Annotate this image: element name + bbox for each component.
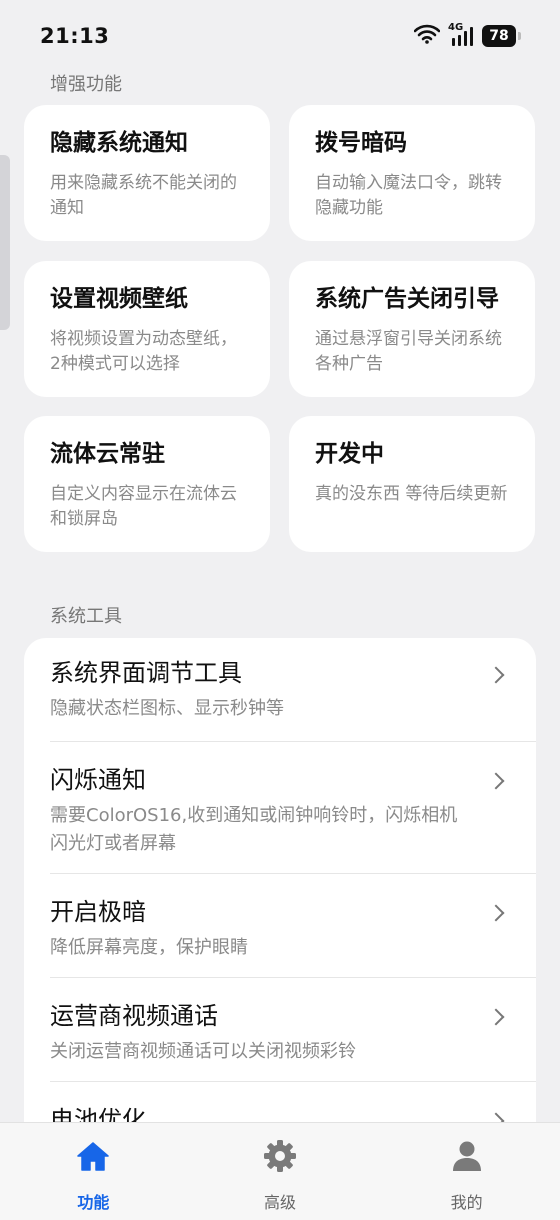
card-title: 设置视频壁纸 <box>50 286 188 312</box>
nav-label: 我的 <box>450 1193 483 1212</box>
list-item-desc: 需要ColorOS16,收到通知或闹钟响铃时，闪烁相机闪光灯或者屏幕 <box>50 805 458 854</box>
status-bar: 21:13 4G 78 <box>0 0 560 70</box>
chevron-right-icon <box>487 904 505 922</box>
card-title: 流体云常驻 <box>50 441 165 467</box>
person-icon <box>450 1137 484 1175</box>
card-dial-secret-code[interactable]: 拨号暗码 自动输入魔法口令，跳转隐藏功能 <box>289 105 535 241</box>
list-item-title: 闪烁通知 <box>50 766 146 794</box>
list-item-carrier-video-call[interactable]: 运营商视频通话 关闭运营商视频通话可以关闭视频彩铃 <box>50 978 536 1082</box>
card-desc: 通过悬浮窗引导关闭系统各种广告 <box>315 329 502 374</box>
card-hide-system-notification[interactable]: 隐藏系统通知 用来隐藏系统不能关闭的通知 <box>24 105 270 241</box>
list-item-title: 开启极暗 <box>50 898 146 926</box>
section-title-tools: 系统工具 <box>50 606 122 627</box>
status-icons: 4G 78 <box>413 22 521 48</box>
list-item-ui-tuner[interactable]: 系统界面调节工具 隐藏状态栏图标、显示秒钟等 <box>50 638 536 742</box>
app-screen: 21:13 4G 78 增强功能 隐藏系统通知 用来隐藏系统不能关闭的通知 拨号… <box>0 0 560 1220</box>
list-item-title: 运营商视频通话 <box>50 1002 218 1030</box>
cellular-signal-icon: 4G <box>448 22 474 47</box>
gear-icon <box>263 1137 297 1175</box>
side-drawer-handle[interactable] <box>0 155 10 330</box>
bottom-nav: 功能 高级 我的 <box>0 1122 560 1220</box>
list-item-extra-dim[interactable]: 开启极暗 降低屏幕亮度，保护眼睛 <box>50 874 536 978</box>
nav-label: 功能 <box>77 1193 110 1212</box>
card-desc: 自定义内容显示在流体云和锁屏岛 <box>50 484 237 529</box>
card-title: 开发中 <box>315 441 384 467</box>
nav-tab-advanced[interactable]: 高级 <box>187 1123 374 1220</box>
section-title-features: 增强功能 <box>50 74 122 95</box>
nav-label: 高级 <box>264 1193 297 1212</box>
wifi-icon <box>413 24 441 48</box>
card-title: 拨号暗码 <box>315 130 407 156</box>
nav-tab-features[interactable]: 功能 <box>0 1123 187 1220</box>
home-icon <box>76 1137 110 1175</box>
card-desc: 用来隐藏系统不能关闭的通知 <box>50 173 237 218</box>
card-desc: 真的没东西 等待后续更新 <box>315 484 508 504</box>
card-title: 系统广告关闭引导 <box>315 286 499 312</box>
card-in-development[interactable]: 开发中 真的没东西 等待后续更新 <box>289 416 535 552</box>
card-fluid-cloud-resident[interactable]: 流体云常驻 自定义内容显示在流体云和锁屏岛 <box>24 416 270 552</box>
status-time: 21:13 <box>40 24 110 48</box>
list-item-title: 系统界面调节工具 <box>50 659 242 687</box>
card-ad-close-guide[interactable]: 系统广告关闭引导 通过悬浮窗引导关闭系统各种广告 <box>289 261 535 397</box>
card-desc: 将视频设置为动态壁纸，2种模式可以选择 <box>50 329 237 374</box>
battery-icon: 78 <box>482 25 521 47</box>
list-item-flash-notification[interactable]: 闪烁通知 需要ColorOS16,收到通知或闹钟响铃时，闪烁相机闪光灯或者屏幕 <box>50 742 536 874</box>
card-title: 隐藏系统通知 <box>50 130 188 156</box>
chevron-right-icon <box>487 1008 505 1026</box>
battery-level: 78 <box>489 28 509 44</box>
card-video-wallpaper[interactable]: 设置视频壁纸 将视频设置为动态壁纸，2种模式可以选择 <box>24 261 270 397</box>
list-item-desc: 关闭运营商视频通话可以关闭视频彩铃 <box>50 1041 356 1062</box>
chevron-right-icon <box>487 772 505 790</box>
nav-tab-profile[interactable]: 我的 <box>373 1123 560 1220</box>
chevron-right-icon <box>487 666 505 684</box>
list-item-desc: 隐藏状态栏图标、显示秒钟等 <box>50 698 284 719</box>
list-item-desc: 降低屏幕亮度，保护眼睛 <box>50 937 248 958</box>
card-desc: 自动输入魔法口令，跳转隐藏功能 <box>315 173 502 218</box>
